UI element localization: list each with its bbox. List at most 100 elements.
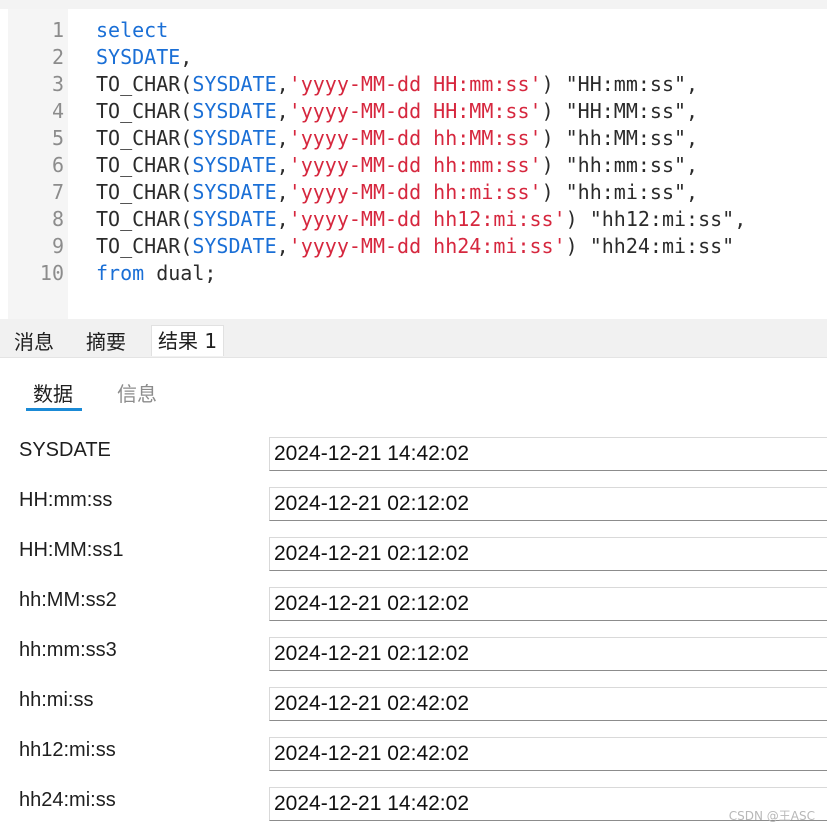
code-token: ( [180,234,193,258]
code-token: SYSDATE [192,234,277,258]
code-token: 'yyyy-MM-dd hh:mm:ss' [288,153,542,177]
line-number: 9 [51,234,64,258]
code-token: SYSDATE [192,126,277,150]
code-token: ( [180,126,193,150]
field-label: hh12:mi:ss [19,739,116,761]
field-label: HH:MM:ss1 [19,539,124,561]
code-token: , [276,207,289,231]
code-text: TO_CHAR(SYSDATE,'yyyy-MM-dd hh12:mi:ss')… [96,206,746,233]
field-value: 2024-12-21 02:12:02 [274,542,469,565]
code-token: ( [180,72,193,96]
code-text: SYSDATE, [96,44,192,71]
line-number: 10 [39,261,64,285]
code-token: TO_CHAR [96,153,181,177]
field-value: 2024-12-21 14:42:02 [274,792,469,815]
code-token: select [96,18,169,42]
sql-editor[interactable]: 1 select 2 SYSDATE, 3 TO_CHAR(SYSDATE,'yyyy-M… [0,0,827,319]
code-text: TO_CHAR(SYSDATE,'yyyy-MM-dd HH:mm:ss') "… [96,71,698,98]
code-token: 'yyyy-MM-dd hh12:mi:ss' [288,207,566,231]
code-token: SYSDATE [192,207,277,231]
form-row: HH:mm:ss 2024-12-21 02:12:02 [0,475,827,525]
code-token: from [96,261,145,285]
field-value-box[interactable]: 2024-12-21 02:12:02 [269,487,827,521]
form-row: hh12:mi:ss 2024-12-21 02:42:02 [0,725,827,775]
code-text: TO_CHAR(SYSDATE,'yyyy-MM-dd hh:MM:ss') "… [96,125,698,152]
field-value-box[interactable]: 2024-12-21 02:42:02 [269,687,827,721]
field-label: hh:mi:ss [19,689,94,711]
result-tab-bar: 消息 摘要 结果 1 [0,319,827,358]
code-token: , [276,234,289,258]
code-text: TO_CHAR(SYSDATE,'yyyy-MM-dd hh:mi:ss') "… [96,179,698,206]
active-tab-indicator [26,408,82,411]
code-token: 'yyyy-MM-dd hh:MM:ss' [288,126,542,150]
code-text: TO_CHAR(SYSDATE,'yyyy-MM-dd hh:mm:ss') "… [96,152,698,179]
code-text: from dual; [96,260,216,287]
code-token: ( [180,99,193,123]
code-token: TO_CHAR [96,99,181,123]
code-token: ) "hh:MM:ss", [541,126,699,150]
code-token: 'yyyy-MM-dd HH:MM:ss' [288,99,542,123]
result-view-tabs: 数据 信息 [0,358,827,420]
line-number: 7 [51,180,64,204]
code-token: TO_CHAR [96,126,181,150]
field-value-box[interactable]: 2024-12-21 02:12:02 [269,537,827,571]
code-text: TO_CHAR(SYSDATE,'yyyy-MM-dd HH:MM:ss') "… [96,98,698,125]
line-number: 6 [51,153,64,177]
code-token: SYSDATE [192,180,277,204]
field-value: 2024-12-21 02:12:02 [274,592,469,615]
field-label: hh:mm:ss3 [19,639,117,661]
code-token: ( [180,153,193,177]
code-token: TO_CHAR [96,207,181,231]
code-token: ) "hh:mi:ss", [541,180,699,204]
code-token: ) "hh12:mi:ss", [565,207,747,231]
code-token: ) "hh24:mi:ss" [565,234,735,258]
code-token: TO_CHAR [96,180,181,204]
tab-result-1[interactable]: 结果 1 [151,325,225,356]
form-row: hh24:mi:ss 2024-12-21 14:42:02 [0,775,827,825]
line-number: 2 [51,45,64,69]
code-token: SYSDATE [96,45,181,69]
code-token: ) "HH:MM:ss", [541,99,699,123]
code-token: , [180,45,193,69]
line-number: 8 [51,207,64,231]
tab-data[interactable]: 数据 [33,378,73,407]
field-value: 2024-12-21 02:42:02 [274,692,469,715]
field-value-box[interactable]: 2024-12-21 02:12:02 [269,637,827,671]
field-label: hh:MM:ss2 [19,589,117,611]
code-token: ( [180,180,193,204]
code-token: 'yyyy-MM-dd hh:mi:ss' [288,180,542,204]
tab-messages[interactable]: 消息 [8,327,60,357]
field-value: 2024-12-21 14:42:02 [274,442,469,465]
field-value-box[interactable]: 2024-12-21 14:42:02 [269,437,827,471]
line-number: 5 [51,126,64,150]
code-token: dual; [144,261,217,285]
tab-summary[interactable]: 摘要 [80,327,132,357]
field-label: hh24:mi:ss [19,789,116,811]
field-label: HH:mm:ss [19,489,113,511]
field-value-box[interactable]: 2024-12-21 02:42:02 [269,737,827,771]
field-value: 2024-12-21 02:12:02 [274,492,469,515]
code-token: , [276,72,289,96]
line-number: 4 [51,99,64,123]
form-row: SYSDATE 2024-12-21 14:42:02 [0,425,827,475]
line-number: 1 [51,18,64,42]
code-token: , [276,126,289,150]
watermark: CSDN @王ASC [728,809,815,823]
code-token: 'yyyy-MM-dd HH:mm:ss' [288,72,542,96]
code-token: , [276,180,289,204]
form-row: HH:MM:ss1 2024-12-21 02:12:02 [0,525,827,575]
code-text: TO_CHAR(SYSDATE,'yyyy-MM-dd hh24:mi:ss')… [96,233,734,260]
code-token: SYSDATE [192,72,277,96]
code-token: ) "hh:mm:ss", [541,153,699,177]
code-token: SYSDATE [192,153,277,177]
tab-info[interactable]: 信息 [117,378,157,407]
code-token: 'yyyy-MM-dd hh24:mi:ss' [288,234,566,258]
code-text: select [96,17,168,44]
field-value-box[interactable]: 2024-12-21 02:12:02 [269,587,827,621]
line-number: 3 [51,72,64,96]
code-token: , [276,153,289,177]
code-token: ( [180,207,193,231]
code-token: TO_CHAR [96,72,181,96]
code-token: ) "HH:mm:ss", [541,72,699,96]
field-label: SYSDATE [19,439,111,461]
